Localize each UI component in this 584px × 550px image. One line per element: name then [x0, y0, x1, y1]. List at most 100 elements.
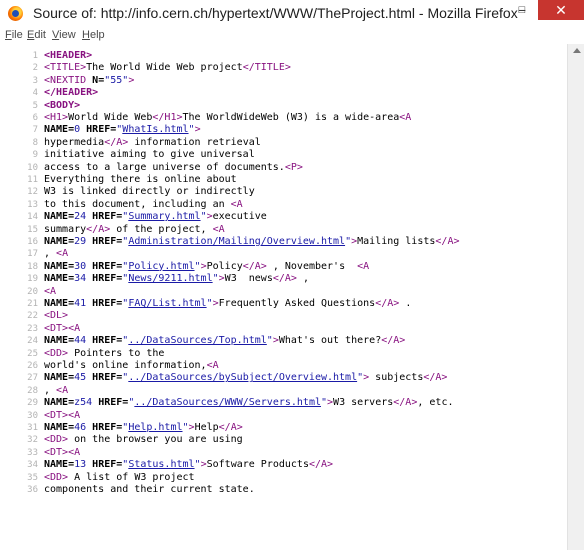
source-link[interactable]: Help.html: [128, 422, 182, 433]
source-text: on the browser you are using: [68, 434, 243, 446]
source-line: 33 <DT><A: [0, 447, 80, 459]
source-line: 31 NAME=46 HREF="Help.html">Help</A>: [0, 422, 243, 434]
line-number: 20: [27, 286, 38, 297]
source-line: 27 NAME=45 HREF="../DataSources/bySubject…: [0, 372, 447, 384]
source-token: 46: [74, 422, 93, 433]
source-token: 30: [74, 260, 93, 272]
source-token: <A: [68, 322, 81, 334]
source-line: 34 NAME=13 HREF="Status.html">Software Pr…: [0, 459, 333, 471]
line-number: 6: [32, 113, 38, 123]
source-text: , etc.: [417, 397, 454, 409]
source-line: 6 <H1>World Wide Web</H1>The WorldWideWeb…: [0, 112, 412, 124]
source-link[interactable]: Policy.html: [128, 261, 194, 272]
source-token: 34: [74, 273, 93, 285]
source-line: 21 NAME=41 HREF="FAQ/List.html">Frequentl…: [0, 298, 411, 310]
line-number: 24: [27, 336, 38, 347]
source-text: access to a large universe of documents.: [44, 161, 285, 173]
source-token: <H1>: [44, 112, 69, 123]
line-number: 33: [27, 447, 38, 458]
source-token: <A: [68, 446, 81, 458]
source-token: NAME=: [44, 260, 75, 272]
source-line: 1 <HEADER>: [0, 50, 93, 62]
menu-help[interactable]: Help: [82, 29, 105, 41]
source-text: World Wide Web: [68, 112, 153, 123]
line-number: 26: [27, 361, 38, 371]
source-link[interactable]: Status.html: [128, 459, 194, 470]
source-text: .: [399, 298, 412, 309]
source-link[interactable]: Summary.html: [128, 211, 200, 222]
source-token: </A>: [104, 136, 129, 148]
vertical-scrollbar[interactable]: [567, 44, 584, 550]
source-view[interactable]: 1 <HEADER> 2 <TITLE>The World Wide Web proj…: [0, 44, 567, 550]
source-text: W3 servers: [333, 397, 394, 409]
source-token: </A>: [242, 260, 267, 272]
close-button[interactable]: ✕: [538, 0, 584, 20]
source-line: 3 <NEXTID N="55">: [0, 74, 135, 87]
source-text: ,: [44, 384, 57, 396]
source-token: <A: [357, 260, 370, 272]
title-bar[interactable]: Source of: http://info.cern.ch/hypertext…: [0, 0, 584, 29]
source-link[interactable]: ../DataSources/Top.html: [128, 335, 266, 346]
source-token: >: [128, 74, 135, 86]
source-link[interactable]: ../DataSources/bySubject/Overview.html: [128, 372, 357, 383]
source-token: N=: [92, 74, 105, 86]
maximize-button[interactable]: □: [509, 0, 535, 20]
line-number: 34: [27, 460, 38, 471]
source-token: </TITLE>: [242, 62, 291, 74]
source-token: NAME=: [44, 273, 75, 285]
source-line: 30 <DT><A: [0, 410, 80, 422]
line-number: 30: [27, 410, 38, 421]
menu-file[interactable]: File: [5, 29, 23, 41]
line-number: 3: [32, 75, 38, 86]
source-line: 10 access to a large universe of document…: [0, 162, 303, 174]
line-number: 22: [27, 311, 38, 322]
line-number: 19: [27, 274, 38, 285]
source-line: 13 to this document, including an <A: [0, 199, 243, 211]
source-link[interactable]: FAQ/List.html: [128, 298, 206, 309]
source-token: HREF=: [92, 211, 123, 223]
source-line: 36 components and their current state.: [0, 484, 255, 496]
source-line: 35 <DD> A list of W3 project: [0, 471, 194, 484]
source-token: 24: [74, 211, 93, 223]
source-text: of the project,: [110, 223, 213, 235]
source-token: HREF=: [92, 273, 123, 285]
line-number: 8: [32, 137, 38, 148]
menu-view[interactable]: View: [52, 29, 76, 41]
source-line: 19 NAME=34 HREF="News/9211.html">W3 news<…: [0, 273, 309, 285]
source-link[interactable]: ../DataSources/WWW/Servers.html: [134, 397, 321, 408]
source-link[interactable]: WhatIs.html: [122, 124, 188, 135]
source-link[interactable]: Administration/Mailing/Overview.html: [128, 236, 345, 247]
line-number: 36: [27, 485, 38, 495]
source-token: <DT>: [44, 446, 69, 458]
source-text: subjects: [369, 372, 424, 384]
line-number: 17: [27, 249, 38, 260]
source-text: The WorldWideWeb (W3) is a wide-area: [182, 112, 400, 123]
source-token: "55": [104, 74, 129, 86]
source-token: </A>: [308, 459, 334, 471]
line-number: 9: [32, 150, 38, 161]
source-link[interactable]: News/9211.html: [128, 273, 212, 284]
source-line: 32 <DD> on the browser you are using: [0, 434, 243, 446]
source-token: <A: [44, 285, 57, 297]
source-token: <A: [399, 112, 412, 123]
source-token: <P>: [284, 161, 303, 173]
source-text: ,: [44, 248, 57, 260]
source-token: <A: [56, 248, 69, 260]
menu-edit[interactable]: Edit: [27, 29, 46, 41]
source-text: Help: [194, 422, 219, 433]
source-token: <DD>: [44, 434, 69, 446]
source-line: 9 initiative aiming to give universal: [0, 149, 255, 161]
line-number: 7: [32, 125, 38, 136]
source-token: HREF=: [92, 422, 123, 433]
source-line: 20 <A: [0, 286, 56, 298]
source-line: 5 <BODY>: [0, 100, 81, 112]
source-token: <DL>: [44, 310, 69, 322]
scroll-up-arrow-icon[interactable]: [573, 48, 581, 53]
line-number: 2: [32, 63, 38, 74]
source-token: <DD>: [44, 471, 69, 483]
source-token: HREF=: [92, 260, 123, 272]
source-text: W3 news: [224, 273, 273, 285]
source-token: <DT>: [44, 409, 69, 421]
line-number: 35: [27, 472, 38, 483]
line-number: 12: [27, 187, 38, 198]
